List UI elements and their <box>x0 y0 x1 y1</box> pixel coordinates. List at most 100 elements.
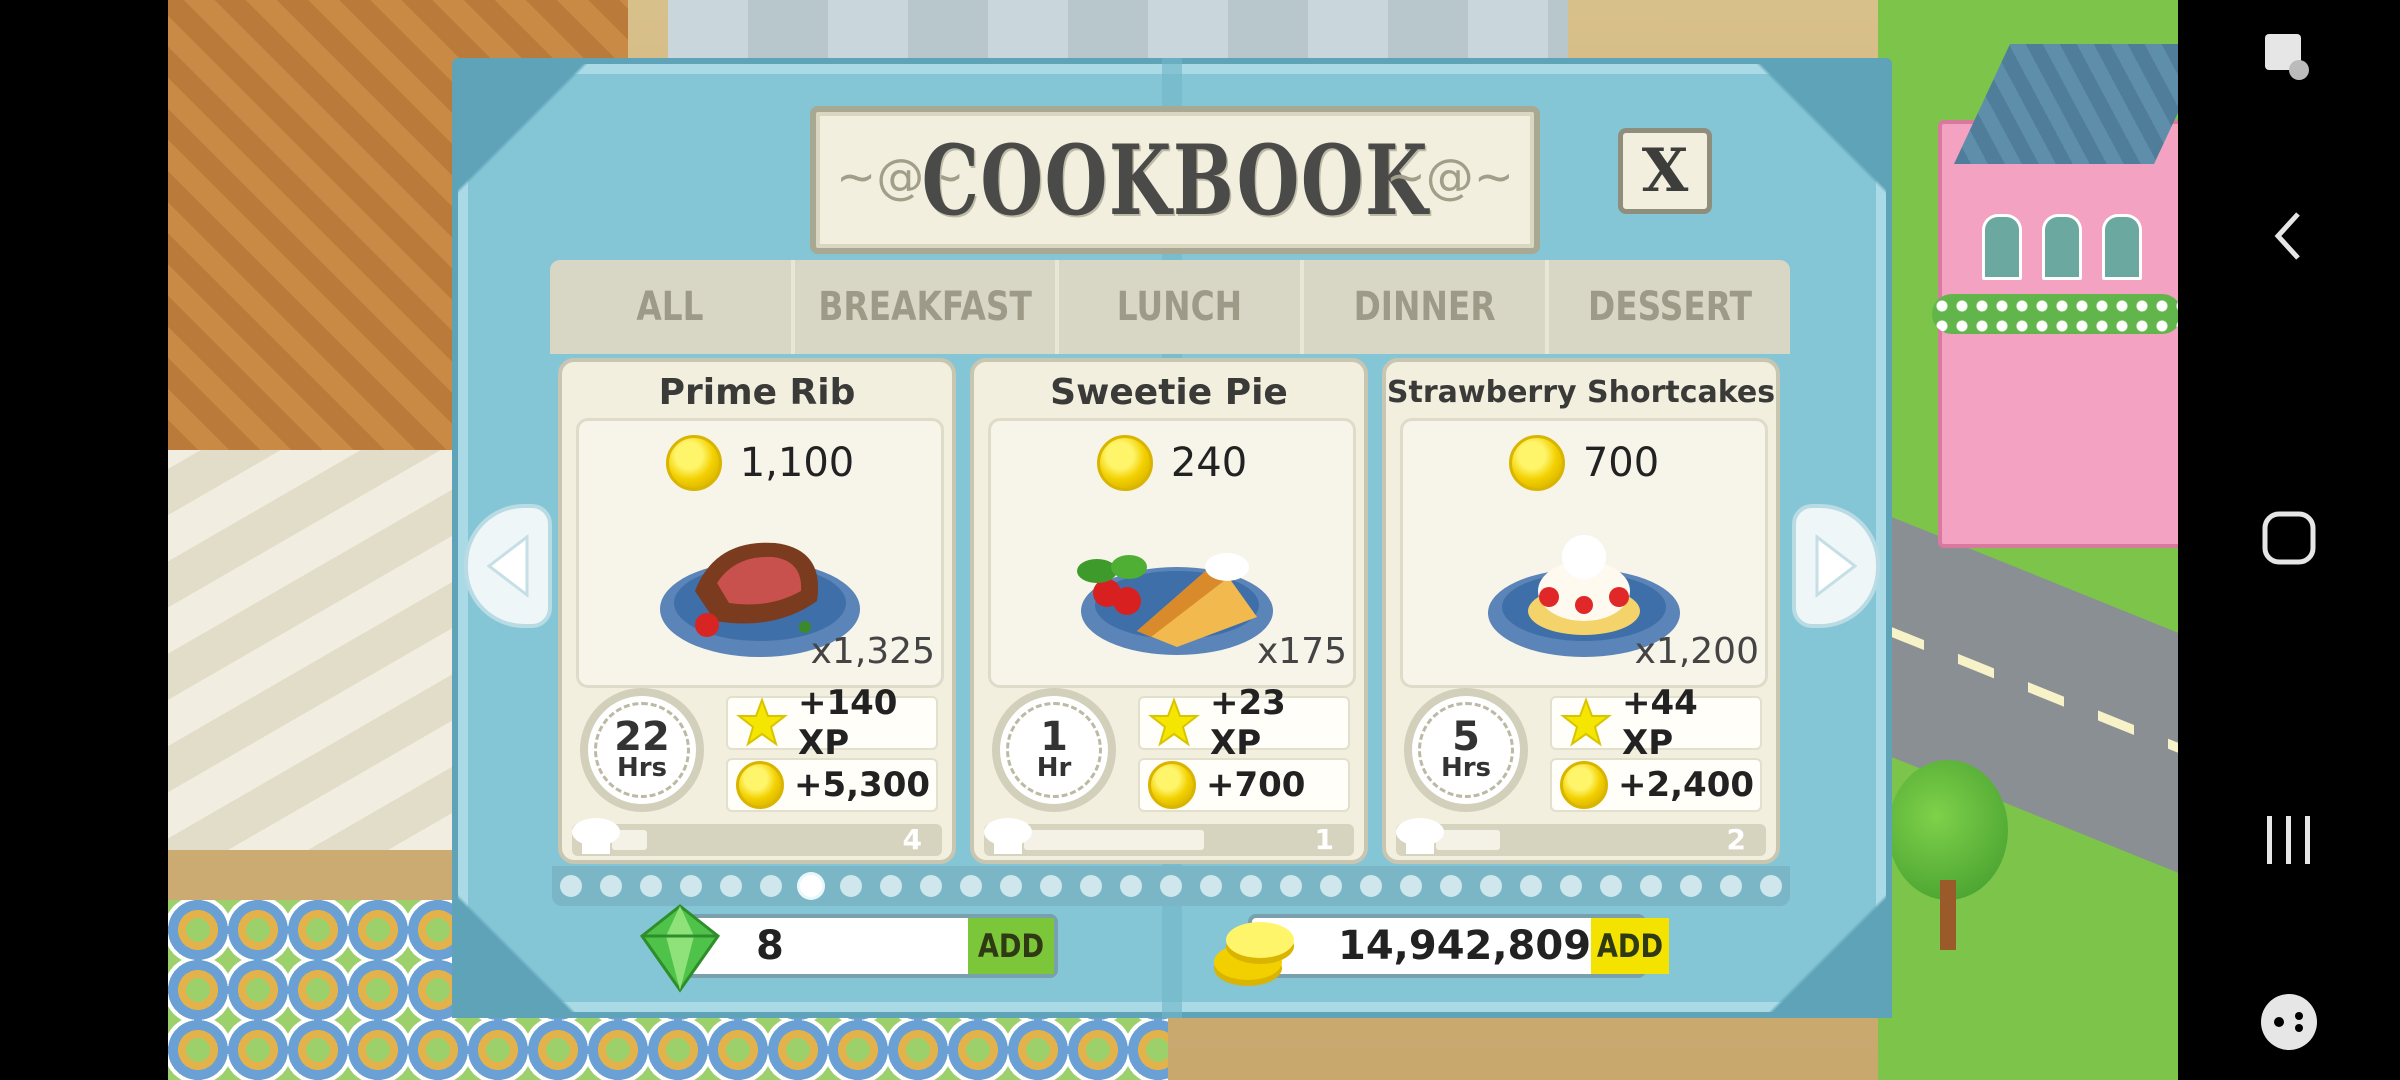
xp-reward: +23 XP <box>1138 683 1350 763</box>
add-gems-button[interactable]: ADD <box>968 918 1054 974</box>
mastery-progress-bar: 2 <box>1396 818 1766 856</box>
page-dot[interactable] <box>640 875 662 897</box>
tab-dessert[interactable]: DESSERT <box>1549 260 1790 354</box>
page-dot-active[interactable] <box>800 875 822 897</box>
mastery-progress-fill <box>1024 830 1204 850</box>
cook-time-clock: 1 Hr <box>992 688 1116 812</box>
chef-hat-icon <box>1396 818 1444 854</box>
recipe-price: 240 <box>991 435 1353 491</box>
category-tabs: ALL BREAKFAST LUNCH DINNER DESSERT <box>550 260 1790 354</box>
recipe-card[interactable]: Sweetie Pie 240 x175 1 Hr +23 XP +700 1 <box>970 358 1368 864</box>
page-dot[interactable] <box>720 875 742 897</box>
page-dot[interactable] <box>560 875 582 897</box>
page-dot[interactable] <box>1360 875 1382 897</box>
cook-time-clock: 5 Hrs <box>1404 688 1528 812</box>
sweetie-pie-icon <box>1077 553 1273 655</box>
coin-reward: +5,300 <box>726 758 938 812</box>
coin-icon <box>1560 761 1608 809</box>
coin-icon <box>736 761 784 809</box>
page-dot[interactable] <box>760 875 782 897</box>
green-gem-icon <box>639 904 721 993</box>
recipe-servings: x1,325 <box>810 631 935 672</box>
cook-time-clock: 22 Hrs <box>580 688 704 812</box>
page-dot[interactable] <box>840 875 862 897</box>
page-dot[interactable] <box>1080 875 1102 897</box>
pink-house <box>1932 44 2178 548</box>
add-coins-button[interactable]: ADD <box>1591 918 1669 974</box>
chef-hat-icon <box>984 818 1032 854</box>
page-dot[interactable] <box>1400 875 1422 897</box>
coin-reward: +2,400 <box>1550 758 1762 812</box>
tab-dinner[interactable]: DINNER <box>1304 260 1550 354</box>
page-dot[interactable] <box>1040 875 1062 897</box>
coin-icon <box>1148 761 1196 809</box>
recents-icon[interactable] <box>2178 810 2400 874</box>
home-icon[interactable] <box>2178 508 2400 572</box>
mastery-progress-bar: 4 <box>572 818 942 856</box>
mastery-level: 2 <box>1726 823 1746 856</box>
title-plate: ~@~ COOKBOOK ~@~ <box>810 106 1540 254</box>
page-dot[interactable] <box>1640 875 1662 897</box>
tab-breakfast[interactable]: BREAKFAST <box>795 260 1060 354</box>
coin-icon <box>665 435 722 491</box>
page-dot[interactable] <box>1000 875 1022 897</box>
tab-lunch[interactable]: LUNCH <box>1059 260 1305 354</box>
mastery-progress-bar: 1 <box>984 818 1354 856</box>
screen-capture-icon[interactable] <box>2178 28 2400 92</box>
mastery-level: 1 <box>1314 823 1334 856</box>
tab-all[interactable]: ALL <box>550 260 795 354</box>
xp-reward: +44 XP <box>1550 683 1762 763</box>
recipe-card[interactable]: Prime Rib 1,100 x1,325 22 Hrs +140 XP +5… <box>558 358 956 864</box>
star-icon <box>1560 697 1612 747</box>
page-dot[interactable] <box>880 875 902 897</box>
page-dot[interactable] <box>1440 875 1462 897</box>
restaurant-floor <box>168 450 468 850</box>
page-dot[interactable] <box>1560 875 1582 897</box>
page-dot[interactable] <box>960 875 982 897</box>
recipe-price: 1,100 <box>579 435 941 491</box>
recipe-card[interactable]: Strawberry Shortcakes 700 x1,200 5 Hrs +… <box>1382 358 1780 864</box>
recipe-name: Strawberry Shortcakes <box>1386 375 1776 410</box>
cookbook-dialog: ~@~ COOKBOOK ~@~ X ALL BREAKFAST LUNCH D… <box>452 58 1892 1018</box>
gem-balance: 8 ADD <box>639 904 1058 993</box>
recipe-name: Sweetie Pie <box>1050 372 1288 413</box>
recipe-name: Prime Rib <box>658 372 856 413</box>
tree <box>1888 760 2008 900</box>
page-dot[interactable] <box>1320 875 1342 897</box>
page-dot[interactable] <box>920 875 942 897</box>
page-dot[interactable] <box>1160 875 1182 897</box>
system-navigation-bar <box>2178 0 2400 1080</box>
recipe-servings: x175 <box>1256 631 1347 672</box>
star-icon <box>736 697 788 747</box>
dialog-title: COOKBOOK <box>921 123 1429 237</box>
recipe-price: 700 <box>1403 435 1765 491</box>
page-dot[interactable] <box>600 875 622 897</box>
chef-hat-icon <box>572 818 620 854</box>
coin-icon <box>1096 435 1153 491</box>
page-dot[interactable] <box>1720 875 1742 897</box>
page-dot[interactable] <box>1280 875 1302 897</box>
recipe-servings: x1,200 <box>1634 631 1759 672</box>
page-dot[interactable] <box>1520 875 1542 897</box>
close-button[interactable]: X <box>1618 128 1712 214</box>
game-controller-icon[interactable] <box>2178 990 2400 1058</box>
chevron-left-icon <box>486 533 529 599</box>
page-dot[interactable] <box>1240 875 1262 897</box>
right-swirl-decoration: ~@~ <box>1385 149 1514 205</box>
page-dot[interactable] <box>1480 875 1502 897</box>
page-dot[interactable] <box>1200 875 1222 897</box>
page-indicator <box>552 866 1790 906</box>
page-dot[interactable] <box>1120 875 1142 897</box>
coin-balance: 14,942,809 ADD <box>1214 914 1669 986</box>
chevron-right-icon <box>1815 533 1858 599</box>
coin-count: 14,942,809 <box>1338 923 1592 969</box>
coin-stack-icon <box>1214 922 1294 986</box>
star-icon <box>1148 697 1200 747</box>
mastery-level: 4 <box>902 823 922 856</box>
back-icon[interactable] <box>2178 206 2400 270</box>
page-dot[interactable] <box>1760 875 1782 897</box>
coin-reward: +700 <box>1138 758 1350 812</box>
page-dot[interactable] <box>1680 875 1702 897</box>
page-dot[interactable] <box>1600 875 1622 897</box>
page-dot[interactable] <box>680 875 702 897</box>
